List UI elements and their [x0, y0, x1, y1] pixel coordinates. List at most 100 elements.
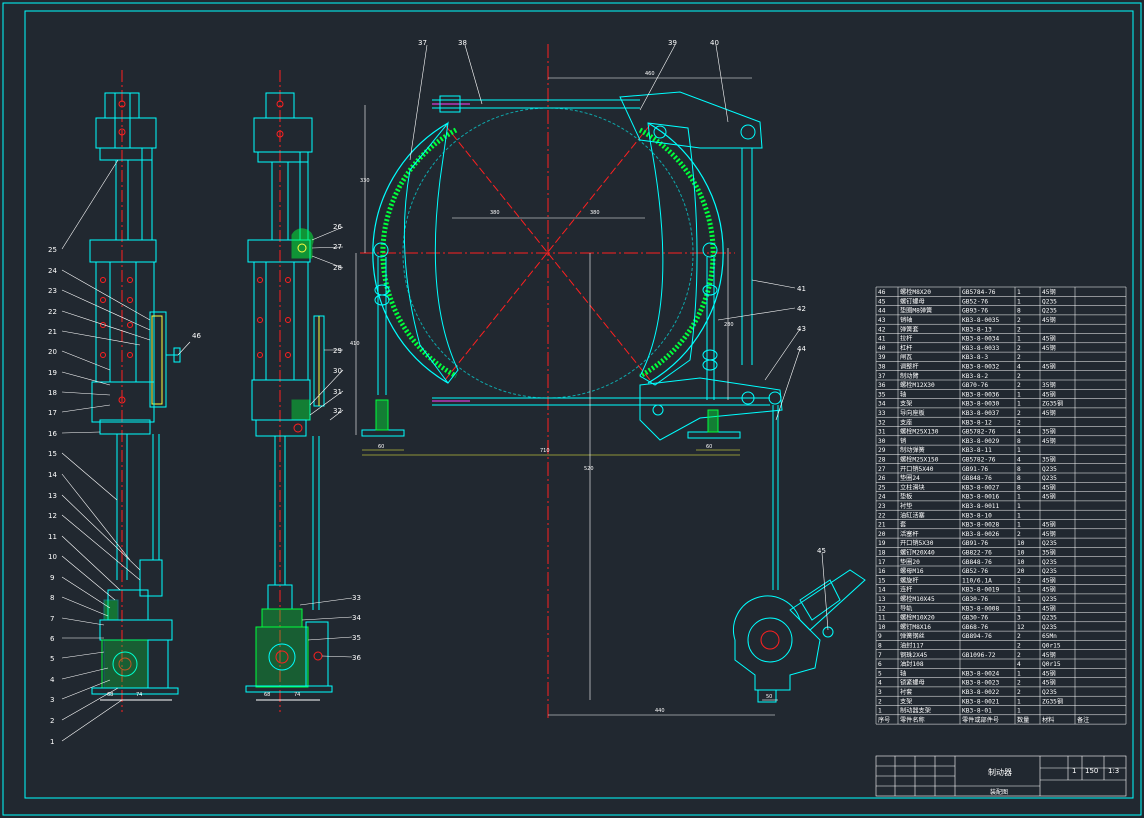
bom-cell-code: GB5782-76: [962, 457, 996, 464]
bom-cell-material: 45钢: [1042, 409, 1056, 417]
bom-cell-no: 10: [878, 624, 886, 631]
bom-cell-no: 38: [878, 364, 886, 371]
callout-6: 6: [50, 635, 55, 643]
callout-40: 40: [710, 39, 719, 47]
callout-44: 44: [797, 345, 806, 353]
callout-32: 32: [333, 407, 342, 415]
bom-cell-name: 导向座板: [900, 409, 925, 417]
callout-14: 14: [48, 471, 57, 479]
bom-cell-no: 46: [878, 289, 886, 296]
bom-cell-qty: 2: [1017, 345, 1021, 352]
bom-cell-code: KB3-8-10: [962, 512, 992, 519]
bom-cell-material: 45钢: [1042, 586, 1056, 594]
bom-cell-qty: 4: [1017, 364, 1021, 371]
bom-cell-material: 45钢: [1042, 604, 1056, 612]
bom-cell-name: 套: [900, 521, 906, 529]
bom-cell-qty: 8: [1017, 438, 1021, 445]
bom-cell-code: GB93-76: [962, 308, 988, 315]
bom-cell-qty: 2: [1017, 577, 1021, 584]
dim-vertical-right: 280: [724, 322, 734, 328]
bom-cell-code: KB3-8-11: [962, 447, 992, 454]
bom-cell-name: 垫圈20: [900, 558, 920, 566]
bom-cell-name: 连杆: [900, 586, 912, 594]
bom-cell-name: 制动器支架: [900, 707, 931, 715]
bom-cell-material: Q235: [1042, 689, 1057, 696]
bom-cell-qty: 10: [1017, 559, 1025, 566]
bom-cell-name: 螺栓M8X20: [900, 288, 931, 296]
bom-cell-code: GB52-76: [962, 568, 988, 575]
bom-cell-qty: 1: [1017, 494, 1021, 501]
bom-cell-no: 5: [878, 670, 882, 677]
callout-33: 33: [352, 594, 361, 602]
bom-cell-material: 45钢: [1042, 344, 1056, 352]
bom-cell-no: 41: [878, 336, 886, 343]
bom-cell-qty: 8: [1017, 466, 1021, 473]
dim-mid-base-a: 68: [264, 692, 270, 698]
bom-cell-code: 110/6.1A: [962, 577, 992, 584]
callout-21: 21: [48, 328, 57, 336]
dim-left-radius: 380: [490, 210, 500, 216]
bom-cell-no: 31: [878, 429, 886, 436]
bom-cell-name: 支架: [900, 697, 912, 705]
bom-cell-material: 35钢: [1042, 549, 1056, 557]
bom-cell-name: 钢珠2X45: [900, 651, 928, 659]
bom-cell-name: 轴: [900, 669, 906, 677]
bom-cell-material: Q0r15: [1042, 643, 1061, 650]
bom-cell-qty: 4: [1017, 661, 1021, 668]
bom-cell-material: Q235: [1042, 298, 1057, 305]
bom-cell-name: 调整杆: [900, 363, 919, 371]
bom-cell-code: KB3-8-0021: [962, 698, 1000, 705]
bom-cell-no: 26: [878, 475, 886, 482]
bom-cell-no: 34: [878, 401, 886, 408]
bom-cell-name: 螺旋杆: [900, 576, 919, 584]
bom-cell-name: 弹簧钢丝: [900, 632, 925, 640]
bom-cell-qty: 2: [1017, 652, 1021, 659]
bom-cell-qty: 3: [1017, 615, 1021, 622]
callout-17: 17: [48, 409, 57, 417]
callout-29: 29: [333, 347, 342, 355]
bom-cell-no: 13: [878, 596, 886, 603]
bom-cell-no: 14: [878, 587, 886, 594]
bom-cell-name: 螺栓M25X130: [900, 428, 939, 436]
bom-cell-name: 销: [900, 437, 906, 445]
bom-cell-no: 19: [878, 540, 886, 547]
dimension-labels: 460 380 380 330 410 710 440 280 520 60 6…: [107, 71, 772, 714]
title-drawing-name: 制动器: [988, 767, 1012, 777]
bom-cell-qty: 2: [1017, 382, 1021, 389]
bom-cell-name: 轴: [900, 390, 906, 398]
bom-cell-material: 45钢: [1042, 521, 1056, 529]
bom-cell-qty: 1: [1017, 289, 1021, 296]
bom-cell-material: Q235: [1042, 475, 1057, 482]
cad-drawing: 460 380 380 330 410 710 440 280 520 60 6…: [2, 2, 1142, 816]
title-sheet-b: 150: [1085, 767, 1098, 775]
callout-30: 30: [333, 367, 342, 375]
bom-cell-no: 45: [878, 298, 886, 305]
bom-cell-material: 45钢: [1042, 679, 1056, 687]
callout-3: 3: [50, 696, 54, 704]
bom-cell-code: GB70-76: [962, 382, 988, 389]
dim-right-radius: 380: [590, 210, 600, 216]
dim-center-vertical: 520: [584, 466, 594, 472]
bom-cell-code: GB848-76: [962, 475, 992, 482]
callout-18: 18: [48, 389, 57, 397]
callout-7: 7: [50, 615, 54, 623]
bom-cell-name: 垫圈M8弹簧: [900, 307, 932, 315]
bom-cell-no: 40: [878, 345, 886, 352]
bom-cell-material: 45钢: [1042, 363, 1056, 371]
bom-cell-name: 螺钉M20X40: [900, 549, 935, 557]
bom-cell-qty: 10: [1017, 550, 1025, 557]
bom-cell-code: GB822-76: [962, 550, 992, 557]
bom-cell-material: ZG35钢: [1042, 697, 1063, 705]
bom-cell-qty: 4: [1017, 429, 1021, 436]
bom-cell-name: 弹簧套: [900, 325, 919, 333]
bom-cell-material: Q235: [1042, 615, 1057, 622]
bom-header-name: 零件名称: [900, 716, 925, 724]
bom-cell-material: 45钢: [1042, 530, 1056, 538]
bom-cell-name: 活塞杆: [900, 530, 919, 538]
bom-cell-qty: 1: [1017, 298, 1021, 305]
bom-cell-no: 8: [878, 643, 882, 650]
bom-cell-code: KB3-8-0023: [962, 680, 1000, 687]
bom-cell-qty: 12: [1017, 624, 1025, 631]
bom-table: 46 螺栓M8X20 GB5784-76 1 45钢45 螺钉螺母 GB52-76 1 Q235…: [875, 286, 1127, 725]
bom-cell-code: KB3-8-0019: [962, 587, 1000, 594]
